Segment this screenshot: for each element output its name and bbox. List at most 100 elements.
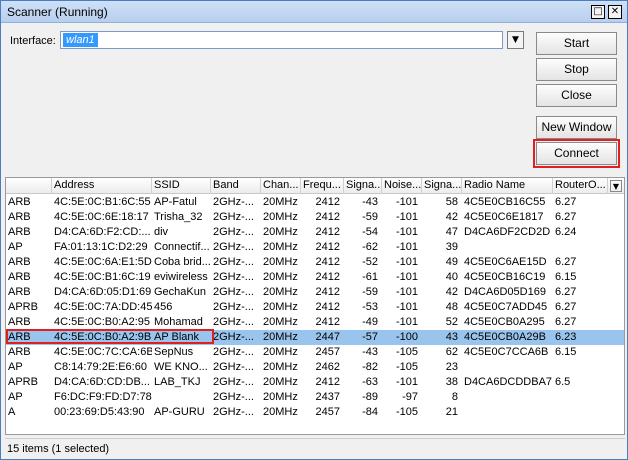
cell-router-os (553, 360, 608, 375)
cell-type: ARB (8, 211, 31, 223)
cell-noise-floor: -105 (395, 346, 418, 358)
cell-channel-width: 20MHz (263, 241, 298, 253)
column-header-noise-floor[interactable]: Noise... (382, 178, 422, 194)
cell-band: 2GHz-... (213, 406, 254, 418)
cell-address: 4C:5E:0C:B0:A2:9B (54, 331, 152, 343)
table-row[interactable]: APRB D4:CA:6D:CD:DB... LAB_TKJ 2GHz-... 20MH… (6, 375, 624, 390)
cell-signal-strength: -53 (362, 301, 378, 313)
cell-signal-to-noise: 23 (445, 361, 458, 373)
cell-channel-width: 20MHz (263, 391, 298, 403)
cell-signal-strength: -62 (362, 241, 378, 253)
new-window-button[interactable]: New Window (536, 116, 617, 139)
table-row[interactable]: ARB 4C:5E:0C:6A:E1:5D Coba brid... 2GHz-...… (6, 255, 624, 270)
column-header-router-os[interactable]: RouterO... (553, 178, 608, 194)
table-row[interactable]: AP F6:DC:F9:FD:D7:78 2GHz-... 20MHz 2437 -89 -… (6, 390, 624, 405)
connect-button[interactable]: Connect (533, 139, 620, 168)
cell-radio-name (462, 360, 553, 375)
cell-channel-width: 20MHz (263, 256, 298, 268)
scan-results-table[interactable]: Address SSID Band Chan... Frequ... Signa... No… (5, 177, 625, 435)
table-row[interactable]: ARB D4:CA:6D:F2:CD:... div 2GHz-... 20MHz 241… (6, 225, 624, 240)
cell-ssid: AP-Fatul (154, 196, 197, 208)
cell-band: 2GHz-... (213, 271, 254, 283)
column-header-signal-to-noise[interactable]: Signa... (422, 178, 462, 194)
cell-type: ARB (8, 271, 31, 283)
cell-address: 4C:5E:0C:B0:A2:95 (54, 316, 151, 328)
cell-address: F6:DC:F9:FD:D7:78 (54, 391, 152, 403)
close-window-icon[interactable]: ✕ (608, 5, 622, 19)
column-header-address[interactable]: Address (52, 178, 152, 194)
cell-signal-to-noise: 43 (445, 331, 458, 343)
window-title: Scanner (Running) (7, 5, 108, 19)
cell-signal-to-noise: 48 (445, 301, 458, 313)
cell-address: 4C:5E:0C:7C:CA:6B (54, 346, 152, 358)
cell-ssid: eviwireless (154, 271, 208, 283)
column-header-ssid[interactable]: SSID (152, 178, 211, 194)
title-bar[interactable]: Scanner (Running) □ ✕ (1, 1, 627, 23)
cell-band: 2GHz-... (213, 361, 254, 373)
cell-band: 2GHz-... (213, 286, 254, 298)
close-button[interactable]: Close (536, 84, 617, 107)
cell-address: 4C:5E:0C:6A:E1:5D (54, 256, 152, 268)
cell-address: D4:CA:6D:CD:DB... (54, 376, 150, 388)
cell-signal-strength: -54 (362, 226, 378, 238)
cell-signal-strength: -82 (362, 361, 378, 373)
table-row[interactable]: ARB 4C:5E:0C:B1:6C:55 AP-Fatul 2GHz-... 20MH… (6, 195, 624, 210)
table-row[interactable]: ARB 4C:5E:0C:B1:6C:19 eviwireless 2GHz-... 2… (6, 270, 624, 285)
table-row[interactable]: AP C8:14:79:2E:E6:60 WE KNO... 2GHz-... 20MH… (6, 360, 624, 375)
cell-noise-floor: -105 (395, 406, 418, 418)
start-button[interactable]: Start (536, 32, 617, 55)
cell-channel-width: 20MHz (263, 331, 298, 343)
cell-type: ARB (8, 226, 31, 238)
cell-signal-to-noise: 8 (451, 391, 458, 403)
cell-channel-width: 20MHz (263, 271, 298, 283)
column-header-type[interactable] (6, 178, 52, 194)
cell-signal-to-noise: 42 (445, 286, 458, 298)
cell-router-os: 6.27 (555, 301, 577, 313)
column-header-band[interactable]: Band (211, 178, 261, 194)
cell-channel-width: 20MHz (263, 286, 298, 298)
cell-noise-floor: -101 (395, 241, 418, 253)
table-row[interactable]: ARB 4C:5E:0C:6E:18:17 Trisha_32 2GHz-... 20M… (6, 210, 624, 225)
column-menu-icon[interactable]: ▼ (610, 180, 622, 192)
cell-channel-width: 20MHz (263, 301, 298, 313)
interface-select[interactable]: wlan1 (60, 31, 503, 49)
table-row[interactable]: ARB 4C:5E:0C:7C:CA:6B SepNus 2GHz-... 20MHz 2… (6, 345, 624, 360)
cell-noise-floor: -101 (395, 301, 418, 313)
cell-address: 4C:5E:0C:B1:6C:19 (54, 271, 151, 283)
cell-signal-to-noise: 40 (445, 271, 458, 283)
table-header: Address SSID Band Chan... Frequ... Signa... No… (6, 178, 624, 194)
cell-ssid: WE KNO... (154, 361, 208, 373)
cell-frequency: 2412 (315, 376, 340, 388)
chevron-down-icon[interactable]: ▼ (507, 31, 524, 49)
cell-ssid: Coba brid... (154, 256, 211, 268)
cell-radio-name: 4C5E0CB0A295 (464, 316, 545, 328)
cell-type: AP (8, 241, 23, 253)
cell-noise-floor: -101 (395, 286, 418, 298)
column-header-channel-width[interactable]: Chan... (261, 178, 301, 194)
table-row[interactable]: ARB D4:CA:6D:05:D1:69 GechaKun 2GHz-... 20MH… (6, 285, 624, 300)
cell-band: 2GHz-... (213, 391, 254, 403)
table-row[interactable]: APRB 4C:5E:0C:7A:DD:45 456 2GHz-... 20MHz 241… (6, 300, 624, 315)
cell-band: 2GHz-... (213, 346, 254, 358)
table-row[interactable]: A 00:23:69:D5:43:90 AP-GURU 2GHz-... 20MHz 24… (6, 405, 624, 420)
cell-type: ARB (8, 316, 31, 328)
table-row[interactable]: ARB 4C:5E:0C:B0:A2:95 Mohamad 2GHz-... 20MHz… (6, 315, 624, 330)
cell-frequency: 2457 (315, 346, 340, 358)
cell-frequency: 2412 (315, 271, 340, 283)
cell-radio-name: 4C5E0C6AE15D (464, 256, 547, 268)
table-row[interactable]: ARB 4C:5E:0C:B0:A2:9B AP Blank 2GHz-... 20MH… (6, 330, 624, 345)
column-header-radio-name[interactable]: Radio Name (462, 178, 553, 194)
cell-router-os: 6.27 (555, 316, 577, 328)
column-header-signal-strength[interactable]: Signa... (344, 178, 382, 194)
cell-ssid: AP-GURU (154, 406, 205, 418)
cell-channel-width: 20MHz (263, 361, 298, 373)
cell-router-os: 6.27 (555, 211, 577, 223)
cell-band: 2GHz-... (213, 316, 254, 328)
column-header-frequency[interactable]: Frequ... (301, 178, 344, 194)
stop-button[interactable]: Stop (536, 58, 617, 81)
cell-band: 2GHz-... (213, 226, 254, 238)
cell-radio-name: 4C5E0CB16C55 (464, 196, 546, 208)
table-row[interactable]: AP FA:01:13:1C:D2:29 Connectif... 2GHz-... 2… (6, 240, 624, 255)
cell-noise-floor: -100 (395, 331, 418, 343)
maximize-icon[interactable]: □ (591, 5, 605, 19)
